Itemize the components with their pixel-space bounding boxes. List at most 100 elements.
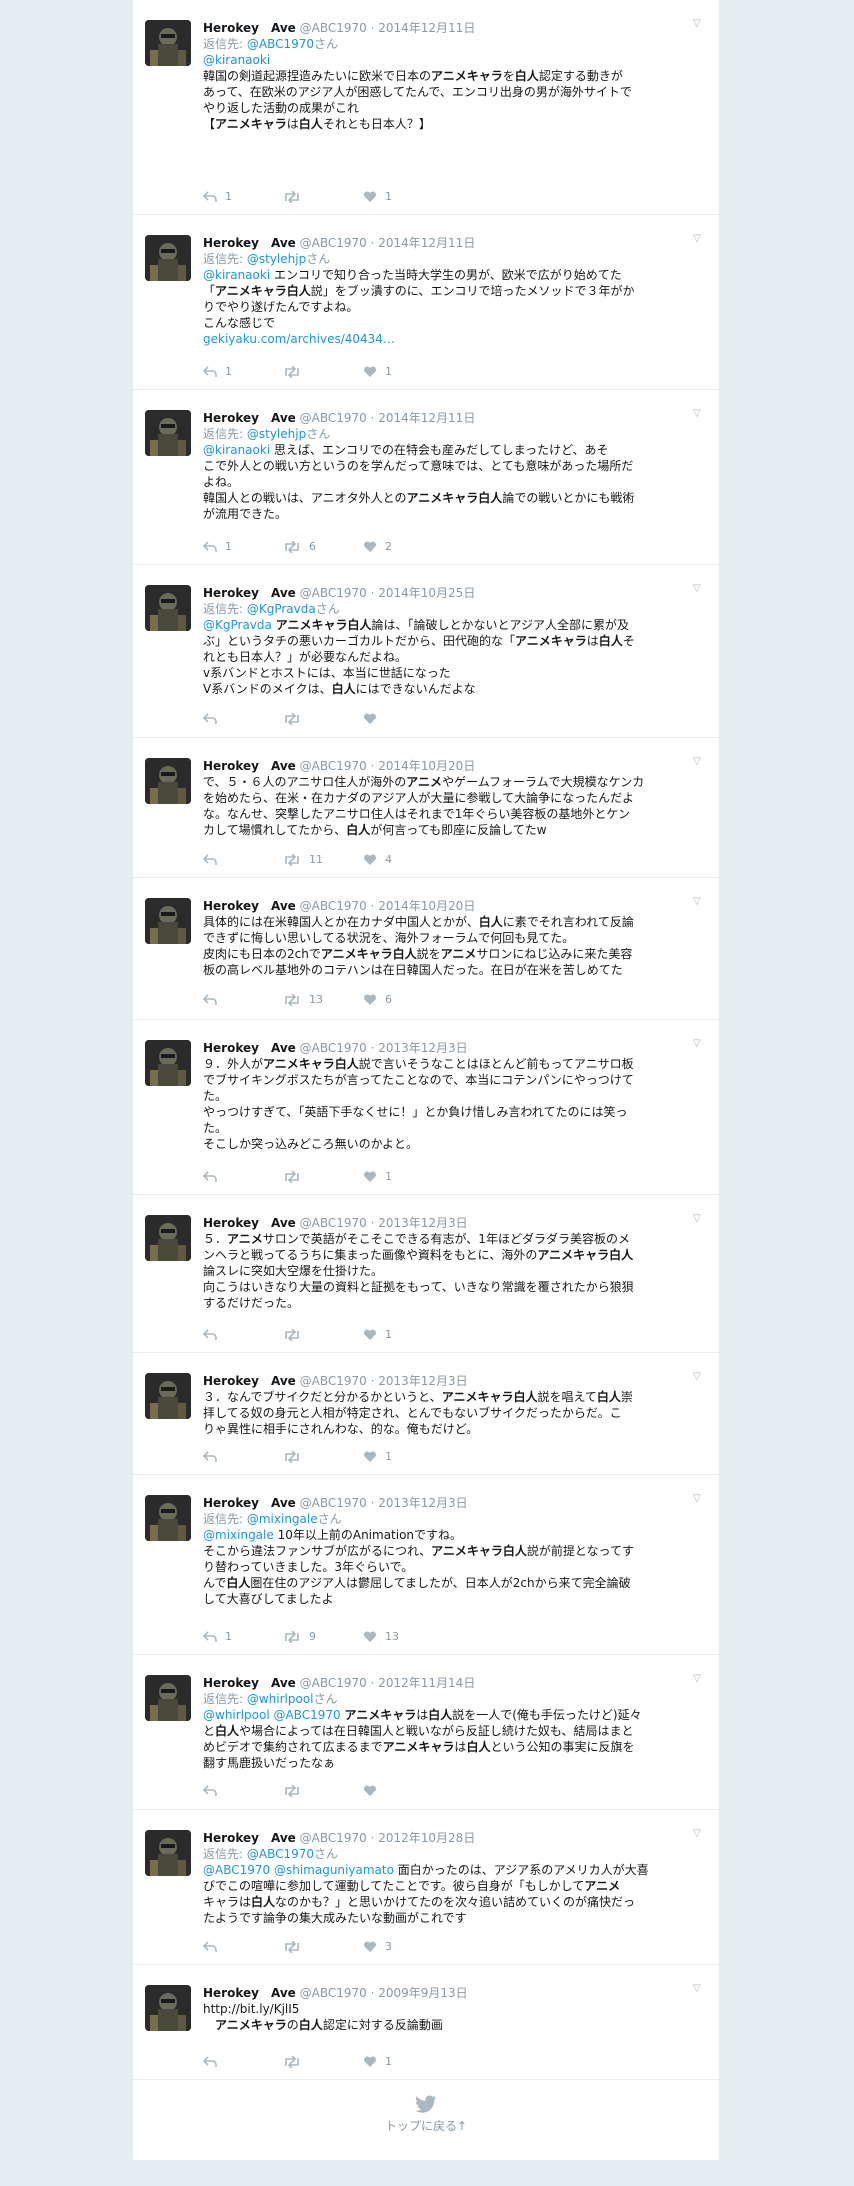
retweet-button[interactable] xyxy=(283,1940,363,1953)
reply-button[interactable] xyxy=(203,1170,283,1183)
chevron-down-icon[interactable]: ▽ xyxy=(693,1673,707,1687)
user-handle[interactable]: @ABC1970 xyxy=(300,1986,367,2000)
avatar[interactable] xyxy=(145,1040,191,1086)
avatar[interactable] xyxy=(145,1985,191,2031)
like-button[interactable]: 1 xyxy=(363,190,443,203)
chevron-down-icon[interactable]: ▽ xyxy=(693,896,707,910)
tweet-date[interactable]: 2013年12月3日 xyxy=(378,1041,467,1055)
reply-button[interactable] xyxy=(203,853,283,866)
tweet-date[interactable]: 2014年10月25日 xyxy=(378,586,475,600)
reply-button[interactable] xyxy=(203,713,283,725)
mention-link[interactable]: @ABC1970 @shimaguniyamato xyxy=(203,1863,394,1877)
reply-to-link[interactable]: @whirlpool xyxy=(247,1692,314,1706)
retweet-button[interactable] xyxy=(283,2055,363,2068)
avatar[interactable] xyxy=(145,1373,191,1419)
retweet-button[interactable]: 11 xyxy=(283,853,363,866)
tweet[interactable]: ▽ Herokey Ave @ABC1970 · 2013年12月3日 ９．外人がア… xyxy=(133,1020,719,1195)
chevron-down-icon[interactable]: ▽ xyxy=(693,1038,707,1052)
user-handle[interactable]: @ABC1970 xyxy=(300,1496,367,1510)
tweet[interactable]: ▽ Herokey Ave @ABC1970 · 2013年12月3日 ５．アニメサ… xyxy=(133,1195,719,1353)
tweet-date[interactable]: 2014年12月11日 xyxy=(378,21,475,35)
tweet[interactable]: ▽ Herokey Ave @ABC1970 · 2012年11月14日 返信先: … xyxy=(133,1655,719,1810)
reply-button[interactable]: 1 xyxy=(203,365,283,378)
like-button[interactable]: 13 xyxy=(363,1630,443,1643)
mention-link[interactable]: @mixingale xyxy=(203,1528,274,1542)
tweet-date[interactable]: 2014年12月11日 xyxy=(378,411,475,425)
avatar[interactable] xyxy=(145,235,191,281)
chevron-down-icon[interactable]: ▽ xyxy=(693,1828,707,1842)
display-name[interactable]: Herokey Ave xyxy=(203,1496,296,1510)
retweet-button[interactable] xyxy=(283,1785,363,1797)
user-handle[interactable]: @ABC1970 xyxy=(300,1676,367,1690)
like-button[interactable]: 1 xyxy=(363,365,443,378)
retweet-button[interactable] xyxy=(283,713,363,725)
reply-to-link[interactable]: @mixingale xyxy=(247,1512,318,1526)
display-name[interactable]: Herokey Ave xyxy=(203,236,296,250)
retweet-button[interactable] xyxy=(283,190,363,203)
retweet-button[interactable] xyxy=(283,365,363,378)
user-handle[interactable]: @ABC1970 xyxy=(300,899,367,913)
user-handle[interactable]: @ABC1970 xyxy=(300,759,367,773)
tweet[interactable]: ▽ Herokey Ave @ABC1970 · 2014年12月11日 返信先: … xyxy=(133,0,719,215)
reply-to-link[interactable]: @stylehjp xyxy=(247,252,306,266)
tweet[interactable]: ▽ Herokey Ave @ABC1970 · 2014年10月20日 で、５・６… xyxy=(133,738,719,878)
like-button[interactable]: 3 xyxy=(363,1940,443,1953)
avatar[interactable] xyxy=(145,20,191,66)
display-name[interactable]: Herokey Ave xyxy=(203,1216,296,1230)
chevron-down-icon[interactable]: ▽ xyxy=(693,1371,707,1385)
tweet[interactable]: ▽ Herokey Ave @ABC1970 · 2013年12月3日 返信先: @… xyxy=(133,1475,719,1655)
display-name[interactable]: Herokey Ave xyxy=(203,1986,296,2000)
tweet[interactable]: ▽ Herokey Ave @ABC1970 · 2014年12月11日 返信先: … xyxy=(133,215,719,390)
tweet[interactable]: ▽ Herokey Ave @ABC1970 · 2014年10月25日 返信先: … xyxy=(133,565,719,738)
avatar[interactable] xyxy=(145,1675,191,1721)
tweet[interactable]: ▽ Herokey Ave @ABC1970 · 2013年12月3日 ３．なんでブ… xyxy=(133,1353,719,1475)
like-button[interactable] xyxy=(363,1785,443,1797)
retweet-button[interactable]: 6 xyxy=(283,540,363,553)
user-handle[interactable]: @ABC1970 xyxy=(300,411,367,425)
display-name[interactable]: Herokey Ave xyxy=(203,1374,296,1388)
retweet-button[interactable] xyxy=(283,1328,363,1341)
avatar[interactable] xyxy=(145,585,191,631)
like-button[interactable]: 1 xyxy=(363,1450,443,1463)
avatar[interactable] xyxy=(145,1495,191,1541)
reply-button[interactable] xyxy=(203,1785,283,1797)
reply-button[interactable] xyxy=(203,1940,283,1953)
reply-to-link[interactable]: @KgPravda xyxy=(247,602,316,616)
tweet-date[interactable]: 2014年12月11日 xyxy=(378,236,475,250)
tweet[interactable]: ▽ Herokey Ave @ABC1970 · 2014年10月20日 具体的には… xyxy=(133,878,719,1020)
retweet-button[interactable] xyxy=(283,1450,363,1463)
reply-button[interactable] xyxy=(203,1450,283,1463)
user-handle[interactable]: @ABC1970 xyxy=(300,236,367,250)
reply-button[interactable]: 1 xyxy=(203,1630,283,1643)
display-name[interactable]: Herokey Ave xyxy=(203,1831,296,1845)
avatar[interactable] xyxy=(145,410,191,456)
display-name[interactable]: Herokey Ave xyxy=(203,759,296,773)
like-button[interactable]: 4 xyxy=(363,853,443,866)
mention-link[interactable]: @kiranaoki xyxy=(203,443,270,457)
retweet-button[interactable]: 13 xyxy=(283,993,363,1006)
tweet-date[interactable]: 2013年12月3日 xyxy=(378,1374,467,1388)
tweet-date[interactable]: 2014年10月20日 xyxy=(378,759,475,773)
like-button[interactable]: 6 xyxy=(363,993,443,1006)
avatar[interactable] xyxy=(145,898,191,944)
tweet[interactable]: ▽ Herokey Ave @ABC1970 · 2009年9月13日 http:/… xyxy=(133,1965,719,2080)
display-name[interactable]: Herokey Ave xyxy=(203,1041,296,1055)
user-handle[interactable]: @ABC1970 xyxy=(300,21,367,35)
avatar[interactable] xyxy=(145,1830,191,1876)
reply-button[interactable] xyxy=(203,993,283,1006)
reply-button[interactable]: 1 xyxy=(203,190,283,203)
display-name[interactable]: Herokey Ave xyxy=(203,411,296,425)
avatar[interactable] xyxy=(145,1215,191,1261)
display-name[interactable]: Herokey Ave xyxy=(203,1676,296,1690)
reply-button[interactable] xyxy=(203,2055,283,2068)
user-handle[interactable]: @ABC1970 xyxy=(300,1041,367,1055)
tweet-date[interactable]: 2012年11月14日 xyxy=(378,1676,475,1690)
reply-to-link[interactable]: @ABC1970 xyxy=(247,1847,314,1861)
tweet-date[interactable]: 2013年12月3日 xyxy=(378,1496,467,1510)
reply-to-link[interactable]: @ABC1970 xyxy=(247,37,314,51)
url-link[interactable]: gekiyaku.com/archives/40434… xyxy=(203,332,395,346)
retweet-button[interactable]: 9 xyxy=(283,1630,363,1643)
reply-button[interactable] xyxy=(203,1328,283,1341)
back-to-top-link[interactable]: トップに戻る↑ xyxy=(133,2117,719,2134)
mention-link[interactable]: @whirlpool @ABC1970 xyxy=(203,1708,341,1722)
